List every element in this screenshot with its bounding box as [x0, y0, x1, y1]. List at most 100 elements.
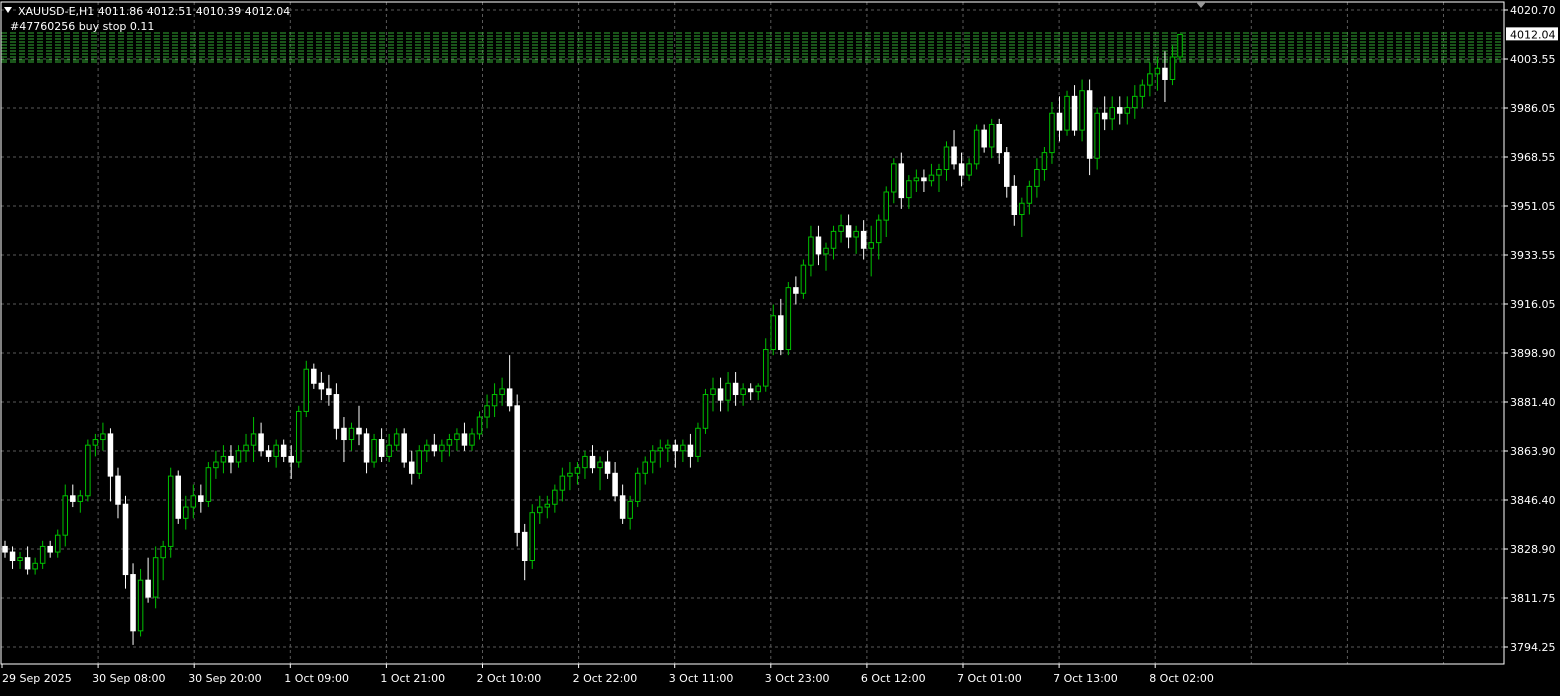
candle-body — [1041, 152, 1048, 170]
candle-body — [808, 236, 814, 266]
candle-body — [39, 545, 46, 564]
candle-body — [1162, 67, 1168, 80]
candle-body — [891, 163, 897, 193]
chart-canvas[interactable]: 4020.70 4003.55 3986.05 3968.55 3951.05 3933.… — [0, 0, 1560, 692]
candle-body — [657, 447, 664, 452]
candle-body — [235, 450, 242, 463]
candle-body — [672, 444, 679, 452]
order-label: #47760256 buy stop 0.11 — [10, 20, 154, 33]
triangle-down-icon[interactable] — [4, 7, 12, 13]
candle-body — [936, 168, 942, 176]
chart-shift-marker-icon[interactable] — [1196, 2, 1206, 8]
y-tick-label: 4020.70 — [1510, 4, 1556, 17]
candle-body — [830, 230, 837, 249]
candle-body — [424, 444, 430, 452]
candle-body — [559, 475, 566, 491]
candle-body — [958, 163, 965, 176]
candle-body — [1132, 95, 1138, 109]
price-chart[interactable]: 4020.70 4003.55 3986.05 3968.55 3951.05 3933.… — [0, 0, 1560, 692]
candle-body — [702, 394, 709, 429]
candle-body — [190, 495, 197, 508]
candle-body — [537, 506, 543, 514]
candle-body — [815, 236, 822, 255]
candle-body — [183, 506, 189, 519]
candle-body — [665, 444, 671, 449]
candle-body — [747, 388, 754, 393]
candle-body — [393, 433, 400, 446]
candle-body — [597, 461, 603, 469]
x-tick-label: 29 Sep 2025 — [2, 672, 72, 685]
candle-body — [77, 495, 84, 502]
candle-body — [1004, 152, 1010, 187]
candle-body — [280, 444, 287, 457]
candle-body — [461, 433, 468, 446]
candle-body — [92, 439, 99, 446]
y-tick-label: 3846.40 — [1510, 494, 1556, 507]
y-tick-label: 3811.75 — [1510, 592, 1556, 605]
candle-body — [386, 444, 392, 457]
candle-body — [54, 534, 61, 553]
candle-body — [476, 416, 483, 435]
candle-body — [943, 146, 950, 170]
candle-body — [130, 574, 136, 632]
candle-body — [649, 450, 656, 463]
y-tick-label: 3898.90 — [1510, 347, 1556, 360]
candle-body — [785, 287, 792, 351]
candle-body — [567, 472, 573, 477]
candle-body — [1109, 107, 1115, 120]
candle-body — [333, 394, 340, 429]
candle-body — [1169, 56, 1176, 80]
y-tick-label: 3863.90 — [1510, 445, 1556, 458]
x-tick-label: 30 Sep 08:00 — [92, 672, 165, 685]
candle-body — [853, 230, 859, 238]
candle-body — [1147, 73, 1153, 86]
candle-body — [446, 439, 453, 446]
candle-body — [318, 382, 325, 390]
candle-body — [341, 427, 347, 441]
y-tick-label: 3828.90 — [1510, 543, 1556, 556]
x-tick-label: 1 Oct 21:00 — [380, 672, 445, 685]
x-tick-label: 2 Oct 10:00 — [477, 672, 542, 685]
candle-body — [996, 123, 1002, 154]
candle-body — [680, 444, 686, 452]
candle-body — [378, 439, 385, 457]
chart-header: XAUUSD-E,H1 4011.86 4012.51 4010.39 4012… — [4, 5, 290, 33]
candle-body — [732, 382, 739, 396]
candle-body — [1034, 168, 1040, 187]
candle-body — [265, 450, 272, 457]
candle-body — [491, 394, 498, 407]
x-tick-label: 2 Oct 22:00 — [573, 672, 638, 685]
candle-body — [205, 467, 212, 502]
current-price-label: 4012.04 — [1510, 28, 1556, 41]
y-tick-label: 3986.05 — [1510, 102, 1556, 115]
candle-body — [431, 444, 438, 452]
candle-body — [1139, 84, 1146, 97]
candle-body — [1064, 95, 1070, 131]
candle-body — [416, 450, 423, 474]
candle-body — [70, 495, 76, 502]
candle-body — [145, 579, 151, 598]
candle-body — [17, 557, 23, 562]
candle-body — [484, 405, 490, 418]
candle-body — [642, 461, 648, 474]
candles — [2, 33, 1183, 645]
candle-body — [137, 579, 144, 632]
grid — [1, 2, 1504, 664]
candle-body — [1116, 107, 1123, 114]
candle-body — [356, 427, 362, 435]
candle-body — [695, 427, 701, 457]
candle-body — [921, 177, 927, 182]
candle-body — [973, 129, 980, 165]
y-tick-label: 3881.40 — [1510, 396, 1556, 409]
candle-body — [755, 385, 761, 393]
candle-body — [838, 225, 844, 232]
candle-body — [47, 545, 53, 553]
candle-body — [529, 512, 536, 562]
candle-body — [32, 562, 38, 570]
candle-body — [883, 191, 890, 221]
candle-body — [1101, 112, 1108, 120]
candle-body — [24, 557, 31, 570]
candle-body — [906, 180, 912, 199]
pending-order-lines[interactable] — [1, 32, 1504, 63]
y-tick-label: 3933.55 — [1510, 249, 1556, 262]
